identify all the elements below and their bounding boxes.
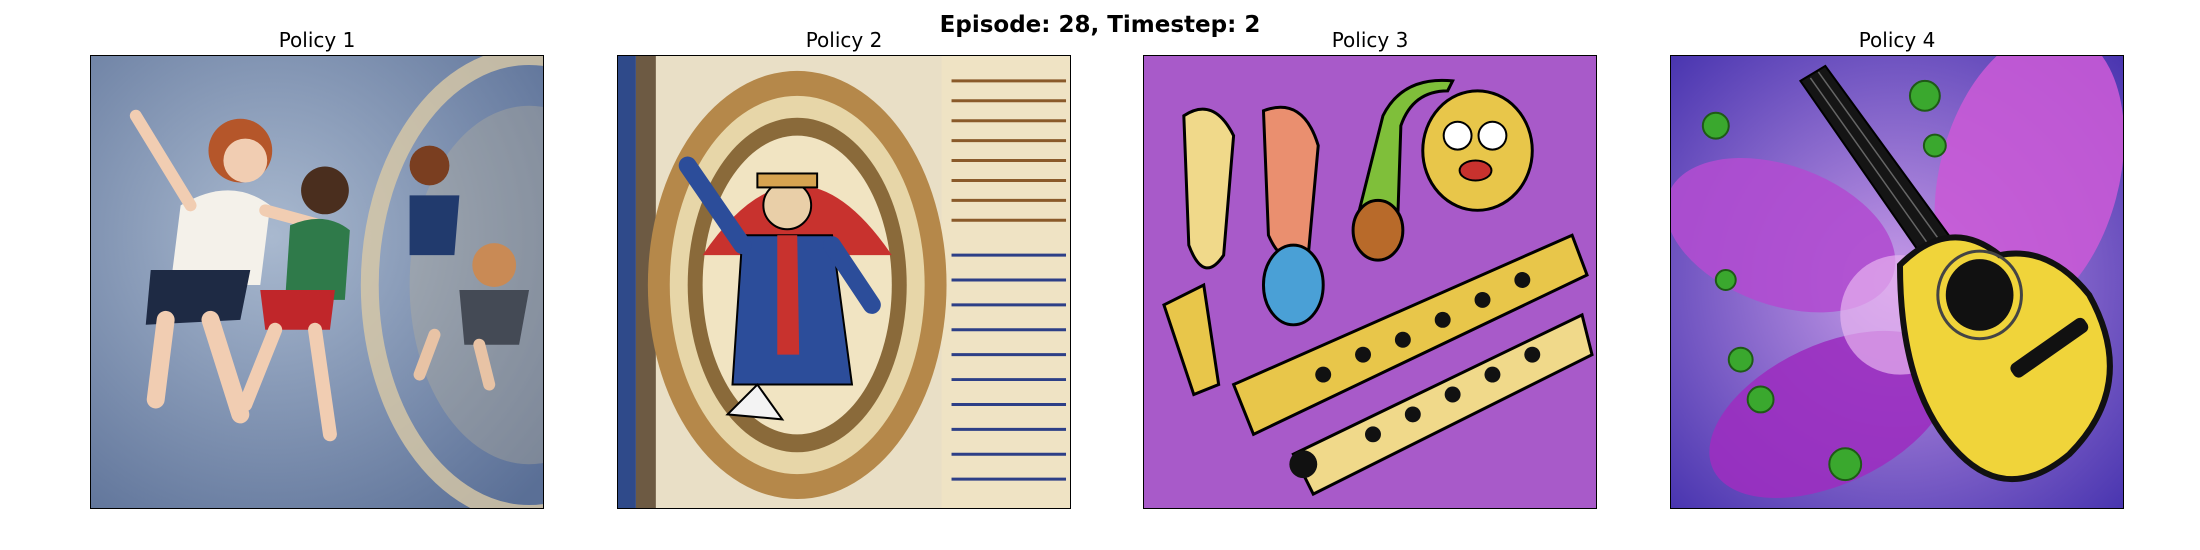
panel-title-policy-1: Policy 1 [278, 28, 356, 52]
policy-3-image [1143, 55, 1597, 509]
policy-2-image [617, 55, 1071, 509]
panel-title-policy-2: Policy 2 [805, 28, 883, 52]
policy-1-image [90, 55, 544, 509]
panel-title-policy-4: Policy 4 [1858, 28, 1936, 52]
illuminated-manuscript-figure [618, 56, 1070, 508]
cartoon-music-creatures [1144, 56, 1596, 508]
policy-4-image [1670, 55, 2124, 509]
children-jumping-painting [91, 56, 543, 508]
panel-title-policy-3: Policy 3 [1331, 28, 1409, 52]
guitar-on-flower-painting [1671, 56, 2123, 508]
